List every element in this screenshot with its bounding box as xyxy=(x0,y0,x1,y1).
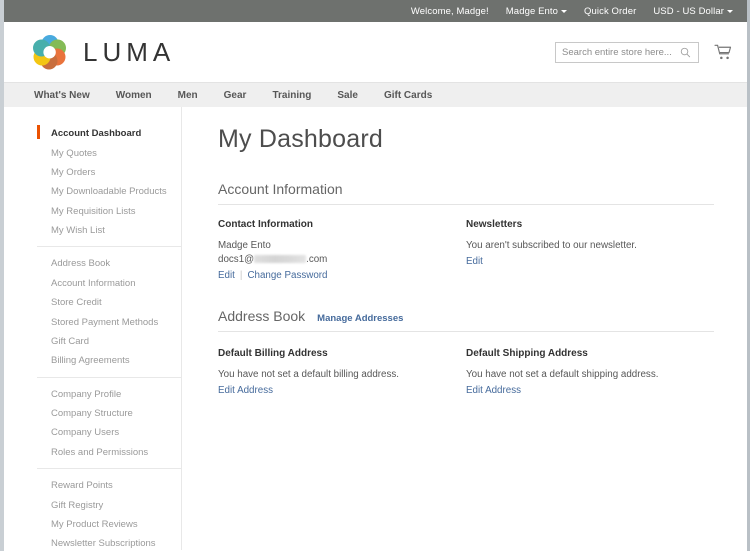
sidebar-item-my-quotes[interactable]: My Quotes xyxy=(37,143,181,162)
account-menu-label: Madge Ento xyxy=(505,5,559,17)
quick-order-link[interactable]: Quick Order xyxy=(584,6,636,17)
sidebar-item-reward-points[interactable]: Reward Points xyxy=(37,476,181,495)
address-book-heading: Address Book Manage Addresses xyxy=(218,308,714,332)
edit-contact-link[interactable]: Edit xyxy=(218,270,235,281)
shipping-actions: Edit Address xyxy=(466,385,714,396)
account-menu[interactable]: Madge Ento xyxy=(505,5,568,17)
sidebar-item-account-information[interactable]: Account Information xyxy=(37,274,181,293)
edit-shipping-address-link[interactable]: Edit Address xyxy=(466,385,521,396)
action-divider: | xyxy=(239,270,243,281)
account-information-heading: Account Information xyxy=(218,181,714,205)
page-title: My Dashboard xyxy=(218,125,383,153)
newsletters-status: You aren't subscribed to our newsletter. xyxy=(466,240,637,251)
sidebar-item-roles-and-permissions[interactable]: Roles and Permissions xyxy=(37,443,181,462)
nav-item-whats-new[interactable]: What's New xyxy=(34,90,90,101)
page-content: Account Dashboard My Quotes My Orders My… xyxy=(4,107,747,550)
sidebar-group-settings: Address Book Account Information Store C… xyxy=(37,246,181,376)
sidebar-item-my-product-reviews[interactable]: My Product Reviews xyxy=(37,515,181,534)
chevron-down-icon xyxy=(727,10,733,13)
brand-logo[interactable]: LUMA xyxy=(30,32,175,72)
contact-email: docs1@ .com xyxy=(218,253,466,267)
address-columns: Default Billing Address You have not set… xyxy=(218,348,714,396)
nav-item-gear[interactable]: Gear xyxy=(224,90,247,101)
luma-logo-icon xyxy=(33,35,66,70)
sidebar-item-gift-registry[interactable]: Gift Registry xyxy=(37,495,181,514)
newsletters-title: Newsletters xyxy=(466,219,523,230)
currency-label: USD - US Dollar xyxy=(653,5,724,17)
sidebar-item-account-dashboard[interactable]: Account Dashboard xyxy=(37,124,181,143)
sidebar-item-billing-agreements[interactable]: Billing Agreements xyxy=(37,351,181,370)
utility-bar: Welcome, Madge! Madge Ento Quick Order U… xyxy=(4,0,747,22)
currency-switcher[interactable]: USD - US Dollar xyxy=(653,6,733,17)
main-navigation: What's New Women Men Gear Training Sale … xyxy=(4,82,747,107)
sidebar-item-company-structure[interactable]: Company Structure xyxy=(37,404,181,423)
sidebar-item-my-downloadable-products[interactable]: My Downloadable Products xyxy=(37,182,181,201)
default-billing-address-block: Default Billing Address You have not set… xyxy=(218,348,466,396)
nav-item-sale[interactable]: Sale xyxy=(337,90,358,101)
search-icon[interactable] xyxy=(680,47,691,58)
contact-information-block: Contact Information Madge Ento docs1@ .co… xyxy=(218,219,466,281)
account-information-columns: Contact Information Madge Ento docs1@ .co… xyxy=(218,219,714,281)
nav-item-gift-cards[interactable]: Gift Cards xyxy=(384,90,432,101)
search-box[interactable] xyxy=(555,41,699,63)
sidebar-group-account: Account Dashboard My Quotes My Orders My… xyxy=(37,124,181,246)
sidebar-item-gift-card[interactable]: Gift Card xyxy=(37,332,181,351)
account-information-heading-label: Account Information xyxy=(218,181,343,197)
default-billing-address-status: You have not set a default billing addre… xyxy=(218,369,400,380)
billing-actions: Edit Address xyxy=(218,385,466,396)
sidebar-item-my-requisition-lists[interactable]: My Requisition Lists xyxy=(37,202,181,221)
edit-billing-address-link[interactable]: Edit Address xyxy=(218,385,273,396)
page-root: Welcome, Madge! Madge Ento Quick Order U… xyxy=(0,0,750,551)
default-billing-address-title: Default Billing Address xyxy=(218,348,328,359)
newsletters-actions: Edit xyxy=(466,256,714,267)
default-shipping-address-title: Default Shipping Address xyxy=(466,348,588,359)
nav-item-women[interactable]: Women xyxy=(116,90,152,101)
dashboard-main: My Dashboard Account Information Contact… xyxy=(182,107,747,550)
sidebar-item-my-orders[interactable]: My Orders xyxy=(37,163,181,182)
sidebar-item-company-profile[interactable]: Company Profile xyxy=(37,385,181,404)
change-password-link[interactable]: Change Password xyxy=(247,270,327,281)
account-sidebar: Account Dashboard My Quotes My Orders My… xyxy=(37,107,182,550)
nav-item-men[interactable]: Men xyxy=(178,90,198,101)
default-shipping-address-block: Default Shipping Address You have not se… xyxy=(466,348,714,396)
address-book-heading-label: Address Book xyxy=(218,308,306,324)
contact-actions: Edit | Change Password xyxy=(218,270,466,281)
redacted-email-domain xyxy=(254,255,307,263)
nav-item-training[interactable]: Training xyxy=(272,90,311,101)
sidebar-item-company-users[interactable]: Company Users xyxy=(37,423,181,442)
edit-newsletters-link[interactable]: Edit xyxy=(466,256,483,267)
header-actions xyxy=(555,41,733,63)
default-shipping-address-status: You have not set a default shipping addr… xyxy=(466,369,659,380)
chevron-down-icon xyxy=(561,10,568,13)
sidebar-group-company: Company Profile Company Structure Compan… xyxy=(37,376,181,469)
newsletters-block: Newsletters You aren't subscribed to our… xyxy=(466,219,714,281)
site-header: LUMA xyxy=(4,22,747,82)
manage-addresses-link[interactable]: Manage Addresses xyxy=(317,313,403,324)
contact-email-prefix: docs1@ xyxy=(218,254,255,265)
sidebar-item-store-credit[interactable]: Store Credit xyxy=(37,293,181,312)
sidebar-item-address-book[interactable]: Address Book xyxy=(37,254,181,273)
shopping-cart-icon[interactable] xyxy=(713,42,733,62)
brand-name: LUMA xyxy=(83,36,176,67)
sidebar-group-extras: Reward Points Gift Registry My Product R… xyxy=(37,468,181,551)
sidebar-item-stored-payment-methods[interactable]: Stored Payment Methods xyxy=(37,312,181,331)
sidebar-item-newsletter-subscriptions[interactable]: Newsletter Subscriptions xyxy=(37,534,181,551)
search-input[interactable] xyxy=(562,46,680,58)
contact-information-title: Contact Information xyxy=(218,219,313,230)
contact-name: Madge Ento xyxy=(218,240,271,251)
welcome-message: Welcome, Madge! xyxy=(410,5,489,17)
contact-email-suffix: .com xyxy=(306,254,328,265)
sidebar-item-my-wish-list[interactable]: My Wish List xyxy=(37,221,181,240)
